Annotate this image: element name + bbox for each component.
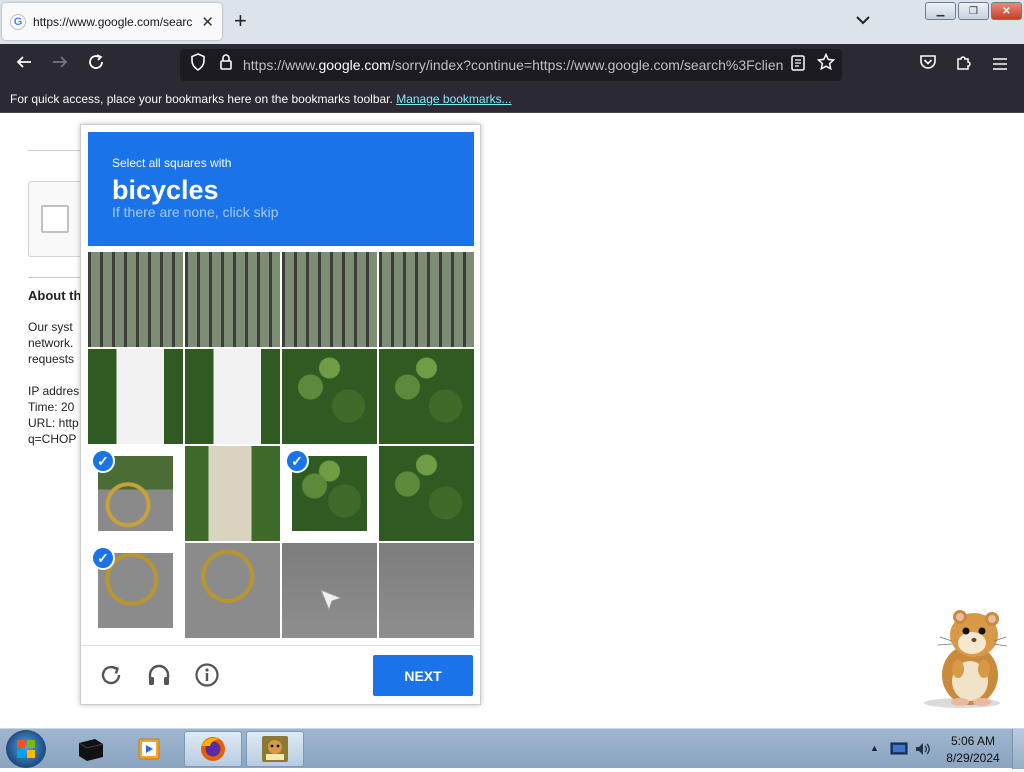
recaptcha-challenge: Select all squares with bicycles If ther… bbox=[80, 124, 481, 705]
navigation-toolbar: https://www.google.com/sorry/index?conti… bbox=[0, 44, 1024, 86]
url-bar[interactable]: https://www.google.com/sorry/index?conti… bbox=[180, 49, 842, 81]
tile-image bbox=[282, 252, 377, 347]
page-line: requests bbox=[28, 352, 75, 366]
tile-4[interactable] bbox=[379, 252, 474, 347]
challenge-header: Select all squares with bicycles If ther… bbox=[88, 132, 474, 246]
title-bar: G https://www.google.com/search ✕ + ▁ ❐ … bbox=[0, 0, 1024, 44]
footer-divider bbox=[81, 645, 480, 646]
selected-check-icon: ✓ bbox=[285, 449, 309, 473]
hamster-mascot[interactable] bbox=[922, 605, 1008, 709]
forward-icon[interactable] bbox=[48, 53, 72, 77]
image-grid: ✓ ✓ ✓ bbox=[88, 252, 474, 638]
tile-image bbox=[379, 446, 474, 541]
taskbar-firefox-icon[interactable] bbox=[184, 731, 242, 767]
clock-date[interactable]: 8/29/2024 bbox=[938, 751, 1008, 765]
tile-8[interactable] bbox=[379, 349, 474, 444]
network-icon[interactable] bbox=[890, 741, 908, 762]
tile-14[interactable] bbox=[185, 543, 280, 638]
browser-tab[interactable]: G https://www.google.com/search ✕ bbox=[2, 3, 222, 40]
extensions-icon[interactable] bbox=[952, 53, 976, 77]
tile-image bbox=[282, 349, 377, 444]
tile-image bbox=[379, 349, 474, 444]
tile-12[interactable] bbox=[379, 446, 474, 541]
show-desktop-button[interactable] bbox=[1012, 729, 1024, 769]
tile-image bbox=[185, 446, 280, 541]
page-line: Our syst bbox=[28, 320, 73, 334]
audio-challenge-icon[interactable] bbox=[145, 662, 173, 690]
tile-image bbox=[88, 349, 183, 444]
shield-icon[interactable] bbox=[186, 53, 210, 77]
taskbar-terminal-icon[interactable] bbox=[62, 731, 120, 767]
tile-image bbox=[379, 252, 474, 347]
tile-6[interactable] bbox=[185, 349, 280, 444]
reload-challenge-icon[interactable] bbox=[97, 662, 125, 690]
bookmarks-hint: For quick access, place your bookmarks h… bbox=[10, 92, 512, 106]
restore-button[interactable]: ❐ bbox=[958, 2, 989, 20]
tab-title: https://www.google.com/search bbox=[33, 14, 193, 29]
list-all-tabs-icon[interactable] bbox=[856, 12, 870, 28]
tile-3[interactable] bbox=[282, 252, 377, 347]
bookmarks-toolbar: For quick access, place your bookmarks h… bbox=[0, 86, 1024, 113]
tile-image bbox=[379, 543, 474, 638]
divider bbox=[28, 277, 88, 278]
recaptcha-checkbox-card bbox=[28, 181, 88, 257]
tile-10[interactable] bbox=[185, 446, 280, 541]
tile-image bbox=[185, 252, 280, 347]
show-hidden-icons-icon[interactable]: ▲ bbox=[870, 743, 879, 753]
taskbar-media-player-icon[interactable] bbox=[120, 731, 178, 767]
selected-check-icon: ✓ bbox=[91, 546, 115, 570]
tile-11[interactable]: ✓ bbox=[282, 446, 377, 541]
about-heading: About th bbox=[28, 288, 82, 303]
taskbar-bonzi-icon[interactable] bbox=[246, 731, 304, 767]
pocket-icon[interactable] bbox=[916, 53, 940, 77]
info-icon[interactable] bbox=[193, 662, 221, 690]
page-line: URL: http bbox=[28, 416, 79, 430]
challenge-hint: If there are none, click skip bbox=[112, 204, 279, 220]
tile-16[interactable] bbox=[379, 543, 474, 638]
minimize-button[interactable]: ▁ bbox=[925, 2, 956, 20]
menu-icon[interactable] bbox=[988, 53, 1012, 77]
start-button[interactable] bbox=[6, 730, 46, 768]
page-line: network. bbox=[28, 336, 74, 350]
url-text[interactable]: https://www.google.com/sorry/index?conti… bbox=[243, 57, 783, 73]
google-favicon-icon: G bbox=[10, 13, 26, 30]
tile-image bbox=[88, 252, 183, 347]
page-line: IP addres bbox=[28, 384, 80, 398]
lock-icon[interactable] bbox=[214, 53, 238, 77]
tile-image bbox=[185, 349, 280, 444]
mouse-cursor-icon bbox=[319, 588, 343, 617]
reload-icon[interactable] bbox=[84, 53, 108, 77]
manage-bookmarks-link[interactable]: Manage bookmarks... bbox=[396, 92, 511, 106]
tile-image bbox=[185, 543, 280, 638]
selected-check-icon: ✓ bbox=[91, 449, 115, 473]
tile-2[interactable] bbox=[185, 252, 280, 347]
challenge-instruction: Select all squares with bbox=[112, 156, 232, 170]
close-window-button[interactable]: ✕ bbox=[991, 2, 1022, 20]
divider bbox=[28, 150, 88, 151]
reader-view-icon[interactable] bbox=[786, 53, 810, 77]
tile-7[interactable] bbox=[282, 349, 377, 444]
back-icon[interactable] bbox=[12, 53, 36, 77]
taskbar: ▲ 5:06 AM 8/29/2024 bbox=[0, 728, 1024, 769]
page-line: Time: 20 bbox=[28, 400, 75, 414]
page-line: q=CHOP bbox=[28, 432, 77, 446]
bookmark-star-icon[interactable] bbox=[814, 52, 838, 77]
tab-close-icon[interactable]: ✕ bbox=[201, 13, 214, 31]
clock-time[interactable]: 5:06 AM bbox=[938, 734, 1008, 748]
window-controls: ▁ ❐ ✕ bbox=[925, 2, 1022, 20]
next-button[interactable]: NEXT bbox=[373, 655, 473, 696]
tile-1[interactable] bbox=[88, 252, 183, 347]
tile-5[interactable] bbox=[88, 349, 183, 444]
challenge-target: bicycles bbox=[112, 175, 219, 205]
volume-icon[interactable] bbox=[914, 740, 932, 763]
tile-9[interactable]: ✓ bbox=[88, 446, 183, 541]
recaptcha-checkbox[interactable] bbox=[41, 205, 69, 233]
new-tab-button[interactable]: + bbox=[234, 10, 247, 32]
tile-13[interactable]: ✓ bbox=[88, 543, 183, 638]
